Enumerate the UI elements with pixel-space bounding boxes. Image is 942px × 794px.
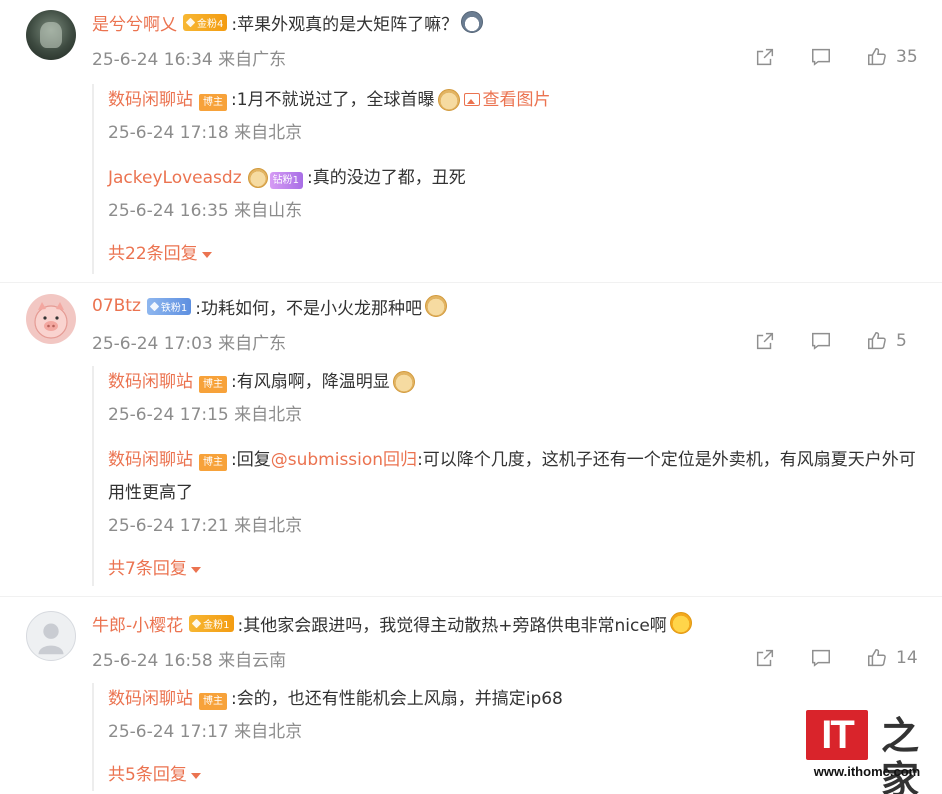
reply-username[interactable]: 数码闲聊站 [108,372,193,392]
ithome-watermark: IT 之家 www.ithome.com [806,710,928,794]
fan-badge: 金粉4 [183,13,228,31]
share-icon[interactable] [752,645,778,671]
comment-3: 牛郎-小樱花 金粉1 :其他家会跟进吗，我觉得主动散热+旁路供电非常nice啊 … [0,609,942,794]
like-icon[interactable] [864,328,890,354]
reply-item: 数码闲聊站 博主:会的，也还有性能机会上风扇，并搞定ip68 25-6-24 17… [108,683,563,749]
comment-actions: 5 [752,328,918,354]
doge-emoji-icon [392,371,415,393]
reply-item: 数码闲聊站 博主:1月不就说过了，全球首曝 查看图片 25-6-24 17:18 来… [108,84,551,150]
more-replies-label: 共22条回复 [108,244,198,264]
like-icon[interactable] [864,645,890,671]
doge-emoji-icon [437,89,460,111]
reply-text: :真的没边了都，丑死 [307,168,466,188]
reply-username[interactable]: 数码闲聊站 [108,450,193,470]
username[interactable]: 07Btz [92,296,141,316]
fan-badge: 钻粉1 [269,172,303,189]
watermark-url: www.ithome.com [813,764,921,779]
fan-club-emoji-icon [247,168,268,188]
author-badge: 博主 [199,454,227,471]
reply-username[interactable]: 数码闲聊站 [108,689,193,709]
more-replies-button[interactable]: 共5条回复 [108,759,201,792]
author-badge: 博主 [199,94,227,111]
reply-item: 数码闲聊站 博主:回复@submission回归:可以降个几度，这机子还有一个定位… [108,444,916,543]
author-badge: 博主 [199,376,227,393]
author-badge: 博主 [199,693,227,710]
view-picture-link[interactable]: 查看图片 [463,90,551,110]
badge-gem-icon [149,301,160,311]
comment-actions: 35 [752,44,918,70]
more-replies-button[interactable]: 共22条回复 [108,238,212,271]
comment-meta: 25-6-24 16:58 来自云南 [92,651,287,671]
reply-item: 数码闲聊站 博主:有风扇啊，降温明显 25-6-24 17:15 来自北京 [108,366,916,432]
reply-text: :会的，也还有性能机会上风扇，并搞定ip68 [231,689,563,709]
cheer-emoji-icon [669,612,692,634]
reply-meta: 25-6-24 17:15 来自北京 [108,405,303,425]
comment-icon[interactable] [808,328,834,354]
fan-badge: 铁粉1 [146,297,192,315]
fan-badge-label: 铁粉1 [160,302,188,314]
like-icon[interactable] [864,44,890,70]
reply-text: :1月不就说过了，全球首曝 [231,90,435,110]
like-count: 14 [896,648,918,668]
mention-link[interactable]: @submission回归 [271,450,417,470]
reply-meta: 25-6-24 17:18 来自北京 [108,123,303,143]
reply-username[interactable]: JackeyLoveasdz [108,168,242,188]
caret-down-icon [201,251,212,258]
comment-text: :功耗如何，不是小火龙那种吧 [195,298,422,319]
reply-list: 数码闲聊站 博主:会的，也还有性能机会上风扇，并搞定ip68 25-6-24 17… [92,683,563,791]
reply-meta: 25-6-24 17:21 来自北京 [108,516,303,536]
comment-1: 是兮兮啊乂 金粉4 :苹果外观真的是大矩阵了嘛？ 25-6-24 16:34 来… [0,8,942,278]
divider [0,282,942,283]
reply-text: :可以降个几度，这机子还有一个定位是外卖机，有风扇夏天户外可用性更高了 [108,450,916,503]
comment-text: :苹果外观真的是大矩阵了嘛？ [231,14,459,35]
username[interactable]: 是兮兮啊乂 [92,10,177,35]
avatar[interactable] [26,10,76,60]
caret-down-icon [190,772,201,779]
reply-prefix: :回复 [231,450,271,470]
more-replies-label: 共7条回复 [108,559,187,579]
comment-actions: 14 [752,645,918,671]
caret-down-icon [190,566,201,573]
comment-meta: 25-6-24 17:03 来自广东 [92,334,287,354]
comment-header: 07Btz 铁粉1 :功耗如何，不是小火龙那种吧 [92,292,447,320]
husky-emoji-icon [461,11,484,33]
fan-badge-label: 金粉4 [197,18,224,30]
doge-emoji-icon [425,295,447,317]
person-avatar-icon [38,623,64,655]
comment-2: 07Btz 铁粉1 :功耗如何，不是小火龙那种吧 25-6-24 17:03 来… [0,292,942,592]
like-count: 35 [896,47,918,67]
badge-gem-icon [191,618,202,628]
divider [0,596,942,597]
username[interactable]: 牛郎-小樱花 [92,611,183,636]
comment-icon[interactable] [808,44,834,70]
reply-item: JackeyLoveasdz 钻粉1:真的没边了都，丑死 25-6-24 16:3… [108,162,551,228]
comment-meta: 25-6-24 16:34 来自广东 [92,50,287,70]
comment-header: 是兮兮啊乂 金粉4 :苹果外观真的是大矩阵了嘛？ [92,8,484,36]
view-picture-label: 查看图片 [482,90,551,110]
reply-meta: 25-6-24 16:35 来自山东 [108,201,303,221]
reply-username[interactable]: 数码闲聊站 [108,90,193,110]
picture-icon [463,93,480,106]
share-icon[interactable] [752,328,778,354]
reply-list: 数码闲聊站 博主:有风扇啊，降温明显 25-6-24 17:15 来自北京 数码闲… [92,366,916,586]
more-replies-label: 共5条回复 [108,765,187,785]
ithome-logo-cn: 之家 [880,713,919,794]
comment-icon[interactable] [808,645,834,671]
comment-text: :其他家会跟进吗，我觉得主动散热+旁路供电非常nice啊 [237,615,667,636]
avatar[interactable] [26,294,76,344]
fan-badge: 金粉1 [189,614,234,632]
avatar[interactable] [26,611,76,661]
like-count: 5 [896,331,907,351]
reply-list: 数码闲聊站 博主:1月不就说过了，全球首曝 查看图片 25-6-24 17:18 来… [92,84,551,274]
reply-meta: 25-6-24 17:17 来自北京 [108,722,303,742]
reply-text: :有风扇啊，降温明显 [231,372,390,392]
share-icon[interactable] [752,44,778,70]
pig-avatar-icon [34,302,68,339]
badge-gem-icon [185,17,196,27]
comment-header: 牛郎-小樱花 金粉1 :其他家会跟进吗，我觉得主动散热+旁路供电非常nice啊 [92,609,692,637]
more-replies-button[interactable]: 共7条回复 [108,553,201,586]
ithome-logo: IT [806,710,868,760]
fan-badge-label: 金粉1 [203,619,230,631]
